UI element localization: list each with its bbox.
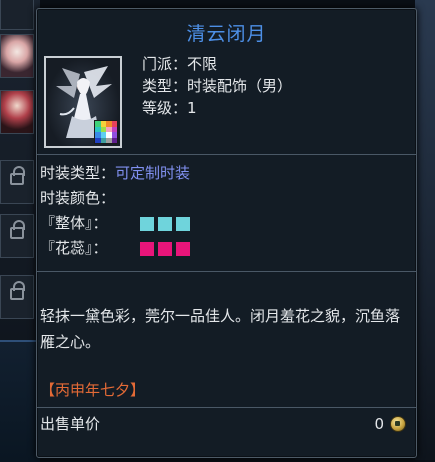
color-badge-icon [94, 120, 118, 144]
level-line: 等级：1 [142, 99, 197, 117]
fashion-type-row: 时装类型：可定制时装 [40, 161, 190, 186]
color-swatch [140, 217, 154, 231]
divider [37, 271, 416, 272]
color-row-stamen: 『花蕊』： [40, 236, 190, 261]
color-row-label: 『花蕊』： [40, 239, 108, 257]
fashion-color-label: 时装颜色： [40, 189, 116, 207]
background-edge [415, 0, 435, 460]
fashion-section: 时装类型：可定制时装 时装颜色： 『整体』： 『花蕊』： [40, 161, 190, 261]
background-panel [0, 340, 40, 462]
color-row-whole: 『整体』： [40, 211, 190, 236]
color-row-label: 『整体』： [40, 214, 108, 232]
inventory-slot-character[interactable] [0, 90, 34, 134]
item-tooltip: 清云闭月 门派：不限 类型：时装配饰（男） 等级：1 时装类型：可定制时装 时装… [36, 8, 417, 458]
inventory-slot-pet[interactable] [0, 34, 34, 78]
fashion-type-label: 时装类型： [40, 164, 116, 182]
item-origin: 【丙申年七夕】 [40, 381, 146, 399]
item-portrait-icon [44, 56, 122, 148]
fashion-type-value: 可定制时装 [115, 164, 191, 182]
divider [37, 154, 416, 155]
price-label: 出售单价 [40, 415, 101, 433]
color-swatches [140, 242, 190, 256]
lock-icon [10, 281, 25, 300]
item-basic-info: 门派：不限 类型：时装配饰（男） 等级：1 [142, 53, 292, 119]
color-swatches [140, 217, 190, 231]
price-value: 0 [374, 415, 384, 433]
price-row: 出售单价 0 [40, 413, 410, 435]
color-swatch [140, 242, 154, 256]
coin-icon [390, 416, 406, 432]
color-swatch [176, 242, 190, 256]
inventory-slot-locked[interactable] [0, 214, 34, 258]
inventory-slot[interactable] [0, 0, 34, 30]
item-description: 轻抹一黛色彩，莞尔一品佳人。闭月羞花之貌，沉鱼落雁之心。 [40, 307, 401, 351]
inventory-slot-locked[interactable] [0, 275, 34, 319]
color-swatch [176, 217, 190, 231]
sect-line: 门派：不限 [142, 55, 218, 73]
inventory-column [0, 0, 40, 462]
color-swatch [158, 242, 172, 256]
color-swatch [158, 217, 172, 231]
lock-icon [10, 220, 25, 239]
item-title: 清云闭月 [186, 23, 267, 45]
divider [37, 407, 416, 408]
type-line: 类型：时装配饰（男） [142, 77, 293, 95]
lock-icon [10, 166, 25, 185]
inventory-slot-locked[interactable] [0, 160, 34, 204]
